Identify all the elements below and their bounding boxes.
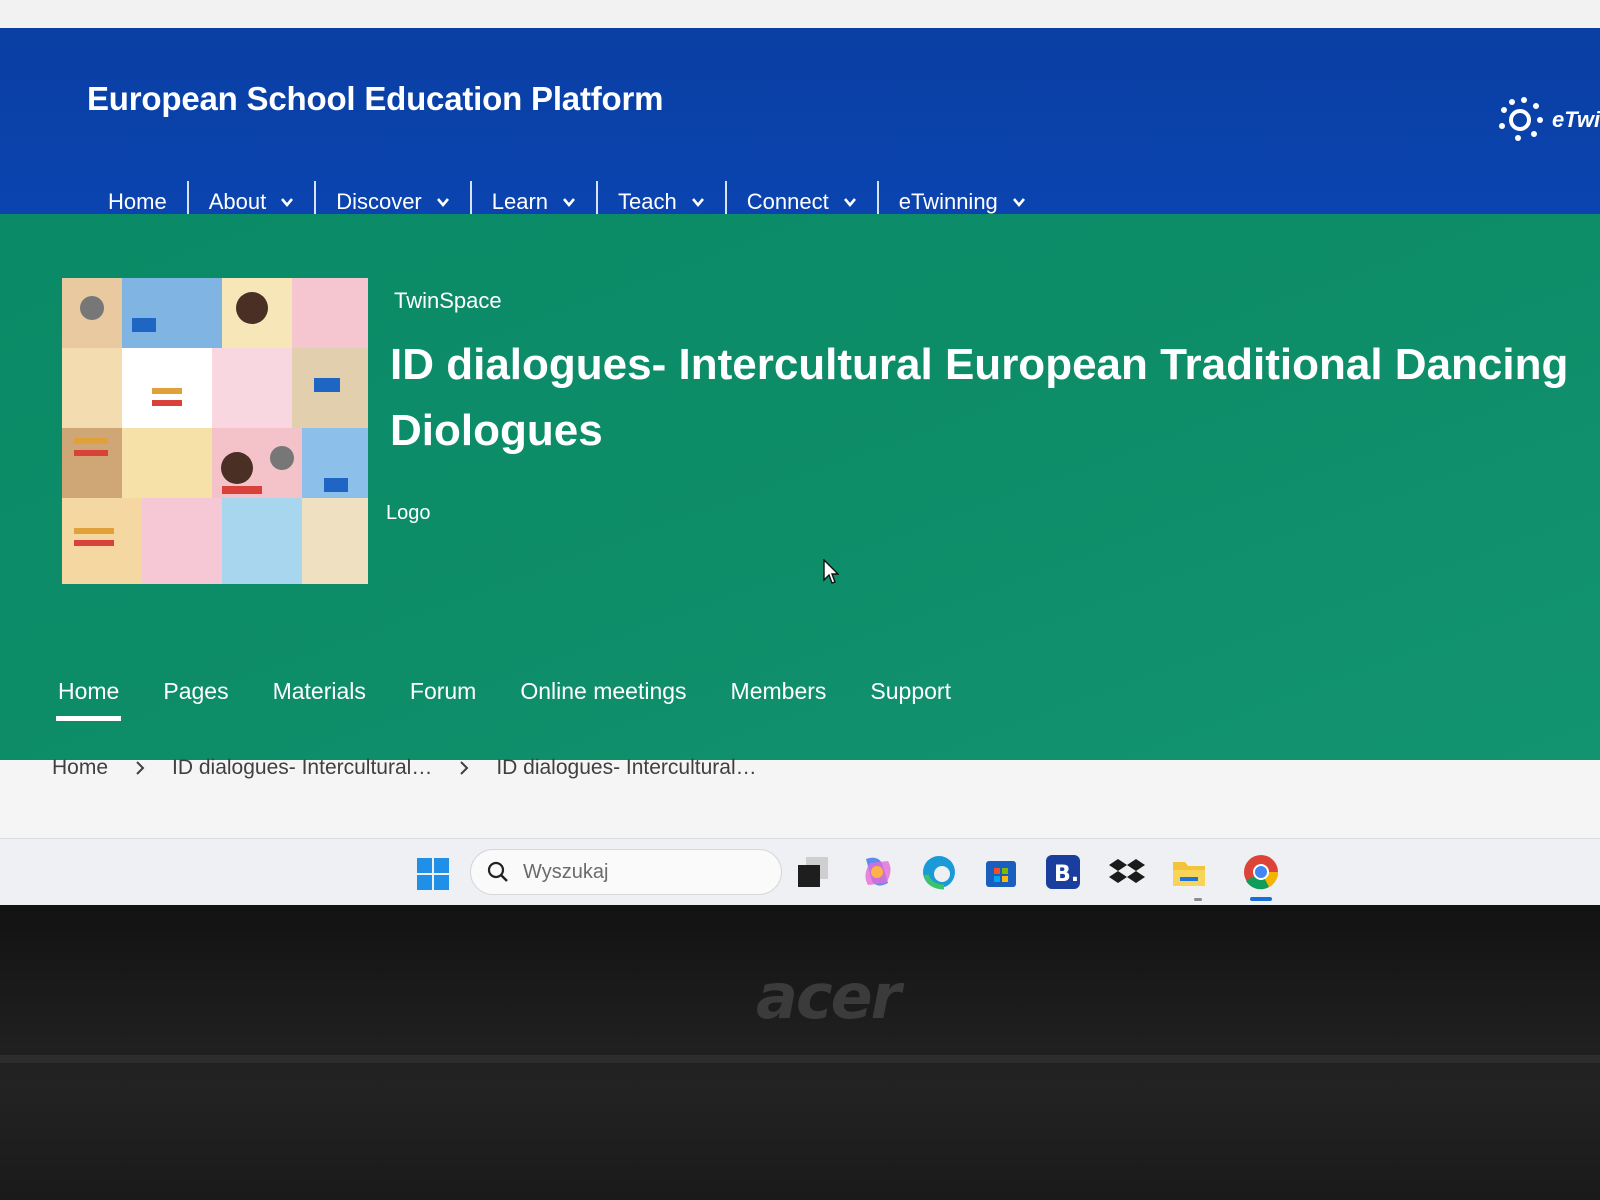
chevron-down-icon [563,198,576,208]
etwinning-logo[interactable]: eTwin [1494,96,1600,144]
project-title-line2: Diologues [390,406,603,455]
nav-etwinning-label: eTwinning [898,189,998,214]
windows-taskbar: Wyszukaj B. [0,838,1600,905]
booking-icon[interactable]: B. [1044,853,1082,891]
chevron-down-icon [281,198,294,208]
laptop-screen: European School Education Platform eTwin… [0,0,1600,905]
tab-members[interactable]: Members [709,666,849,721]
nav-teach-label: Teach [618,189,677,214]
breadcrumb: Home ID dialogues- Intercultural… ID dia… [52,756,757,780]
taskbar-search-input[interactable]: Wyszukaj [470,849,782,895]
twinspace-hero: TwinSpace ID dialogues- Intercultural Eu… [0,214,1600,760]
copilot-icon[interactable] [858,853,896,891]
tab-pages[interactable]: Pages [141,666,250,721]
nav-connect-label: Connect [746,189,829,214]
tab-forum[interactable]: Forum [388,666,498,721]
chevron-down-icon [436,198,449,208]
twinspace-tabs: Home Pages Materials Forum Online meetin… [36,666,973,721]
etwinning-logo-text: eTwin [1552,107,1600,132]
store-icon[interactable] [982,853,1020,891]
collage-image [62,278,368,584]
breadcrumb-item[interactable]: ID dialogues- Intercultural… [172,756,432,780]
task-view-icon[interactable] [794,853,832,891]
windows-start-icon[interactable] [416,857,450,891]
device-brand-logo: acer [756,960,901,1033]
breadcrumb-home[interactable]: Home [52,756,108,780]
breadcrumb-current: ID dialogues- Intercultural… [496,756,757,779]
chrome-icon[interactable] [1242,853,1280,891]
chevron-right-icon [136,761,145,775]
site-header: European School Education Platform eTwin… [0,28,1600,223]
laptop-hinge [0,1055,1600,1063]
search-placeholder: Wyszukaj [523,860,609,883]
svg-text:B.: B. [1054,862,1079,887]
nav-about-label: About [208,189,267,214]
running-indicator [1194,898,1202,901]
chevron-down-icon [691,198,704,208]
twinspace-label: TwinSpace [394,288,502,313]
logo-caption: Logo [386,502,431,524]
site-title[interactable]: European School Education Platform [87,80,663,118]
edge-icon[interactable] [920,853,958,891]
search-icon [487,861,508,882]
laptop-bezel: acer [0,905,1600,1200]
project-title-line1: ID dialogues- Intercultural European Tra… [390,340,1569,389]
nav-learn-label: Learn [491,189,549,214]
browser-edge [0,0,1600,28]
nav-home-label: Home [108,189,167,214]
nav-discover-label: Discover [336,189,422,214]
project-title: ID dialogues- Intercultural European Tra… [390,332,1590,464]
dropbox-icon[interactable] [1108,853,1146,891]
file-explorer-icon[interactable] [1170,853,1208,891]
tab-materials[interactable]: Materials [251,666,388,721]
project-logo-image [62,278,368,584]
chevron-down-icon [843,198,856,208]
tab-home[interactable]: Home [36,666,141,721]
chevron-down-icon [1012,198,1025,208]
mouse-cursor-icon [823,559,839,584]
tab-support[interactable]: Support [848,666,973,721]
active-app-indicator [1250,897,1272,901]
tab-online-meetings[interactable]: Online meetings [498,666,708,721]
chevron-right-icon [460,761,469,775]
etwinning-stars-icon [1499,97,1543,141]
